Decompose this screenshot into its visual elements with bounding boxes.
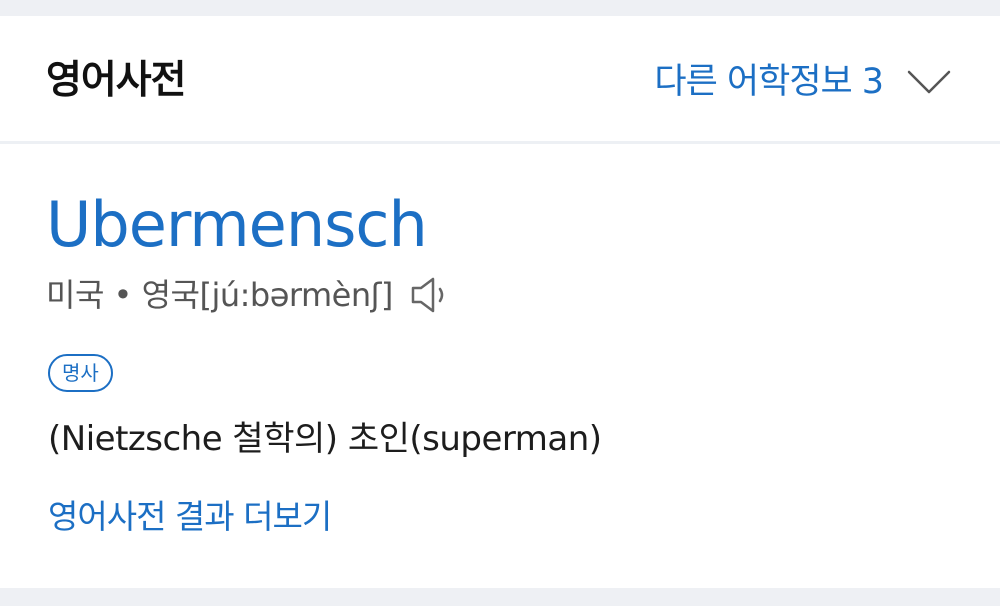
- card-header: 영어사전 다른 어학정보 3: [0, 16, 1000, 144]
- dictionary-card: 영어사전 다른 어학정보 3 Ubermensch 미국 • 영국[jú:bər…: [0, 16, 1000, 588]
- pronunciation-text: 미국 • 영국[jú:bərmènʃ]: [46, 276, 393, 314]
- speaker-icon[interactable]: [409, 275, 455, 315]
- screen: 영어사전 다른 어학정보 3 Ubermensch 미국 • 영국[jú:bər…: [0, 0, 1000, 606]
- headword-link[interactable]: Ubermensch: [46, 190, 428, 260]
- other-language-info-toggle[interactable]: 다른 어학정보 3: [654, 56, 952, 108]
- part-of-speech-badge: 명사: [48, 354, 113, 392]
- definition-text: (Nietzsche 철학의) 초인(superman): [48, 419, 602, 459]
- more-results-link[interactable]: 영어사전 결과 더보기: [48, 494, 332, 540]
- other-language-info-label: 다른 어학정보: [654, 62, 852, 102]
- other-language-info-count: 3: [861, 62, 884, 102]
- pronunciation-row: 미국 • 영국[jú:bərmènʃ]: [46, 275, 455, 315]
- chevron-down-icon: [907, 70, 951, 94]
- section-title: 영어사전: [46, 58, 187, 103]
